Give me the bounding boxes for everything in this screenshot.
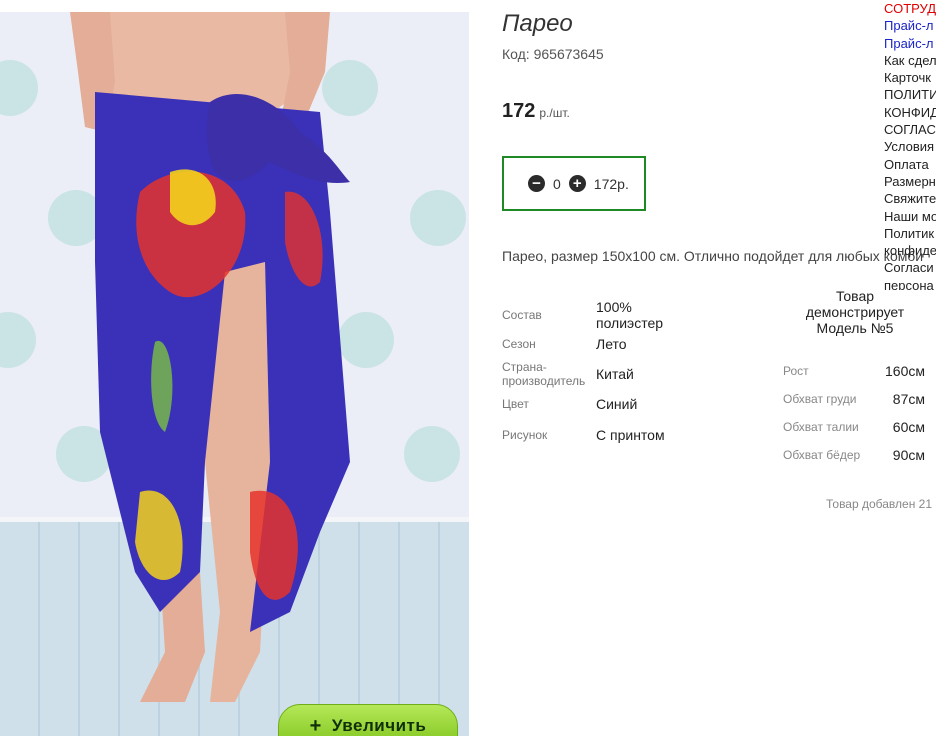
menu-link[interactable]: Карточк [884, 69, 936, 86]
zoom-button-label: Увеличить [331, 716, 427, 735]
model-param-row: Обхват талии 60см [783, 419, 925, 435]
menu-link[interactable]: Прайс-л [884, 17, 936, 34]
model-param-value: 60см [892, 419, 925, 435]
model-param-value: 160см [885, 363, 925, 379]
menu-link[interactable]: Прайс-л [884, 35, 936, 52]
spec-row: Сезон Лето [502, 333, 676, 355]
model-param-key: Обхват бёдер [783, 448, 861, 462]
price-unit: р./шт. [539, 106, 570, 120]
menu-link[interactable]: Наши мо [884, 208, 936, 225]
model-param-key: Обхват талии [783, 420, 859, 434]
zoom-button[interactable]: + Увеличить [278, 704, 458, 736]
spec-value: С принтом [596, 427, 665, 443]
model-param-row: Рост 160см [783, 363, 925, 379]
spec-row: Рисунок С принтом [502, 415, 676, 455]
minus-icon[interactable]: − [528, 175, 545, 192]
menu-link[interactable]: Как сдел [884, 52, 936, 69]
model-param-key: Рост [783, 364, 809, 378]
plus-circle-icon[interactable]: + [568, 175, 586, 192]
model-param-row: Обхват груди 87см [783, 391, 925, 407]
product-description: Парео, размер 150x100 см. Отлично подойд… [502, 248, 924, 264]
plus-icon: + [309, 715, 322, 736]
menu-link[interactable]: Политик [884, 225, 936, 242]
model-param-value: 87см [892, 391, 925, 407]
spec-row: Цвет Синий [502, 393, 676, 415]
product-price: 172 р./шт. [502, 100, 570, 123]
spec-value: 100% полиэстер [596, 299, 664, 331]
menu-link[interactable]: Согласи [884, 259, 936, 276]
spec-value: Лето [596, 336, 627, 352]
model-figure [70, 12, 350, 702]
menu-link[interactable]: КОНФИД [884, 104, 936, 121]
menu-link[interactable]: СОГЛАС [884, 121, 936, 138]
spec-key: Сезон [502, 337, 536, 351]
spec-key: Состав [502, 308, 542, 322]
spec-value: Китай [596, 366, 634, 382]
spec-row: Состав 100% полиэстер [502, 297, 676, 333]
quantity-value: 0 [553, 175, 561, 192]
spec-value: Синий [596, 396, 638, 412]
model-param-value: 90см [892, 447, 925, 463]
spec-key: Цвет [502, 397, 529, 411]
added-date: Товар добавлен 21 [826, 497, 933, 511]
spec-key: Рисунок [502, 428, 548, 442]
product-image[interactable]: + Увеличить [0, 12, 469, 736]
menu-link[interactable]: Условия [884, 138, 936, 155]
model-heading: Товар демонстрирует Модель №5 [805, 288, 905, 336]
menu-link[interactable]: СОТРУД [884, 0, 936, 17]
menu-link[interactable]: Оплата [884, 156, 936, 173]
product-title: Парео [502, 10, 573, 37]
model-param-row: Обхват бёдер 90см [783, 447, 925, 463]
menu-link[interactable]: Размерн [884, 173, 936, 190]
quantity-stepper: − 0 + 172р. [502, 156, 646, 211]
specs-table: Состав 100% полиэстер Сезон Лето Страна-… [502, 297, 676, 455]
menu-link[interactable]: персона [884, 277, 936, 290]
spec-row: Страна-производитель Китай [502, 355, 676, 393]
menu-link[interactable]: Свяжите [884, 190, 936, 207]
cart-total: 172р. [593, 175, 629, 192]
menu-link[interactable]: конфиде [884, 242, 936, 259]
product-code: Код: 965673645 [502, 46, 604, 62]
model-param-key: Обхват груди [783, 392, 857, 406]
spec-key: Страна-производитель [502, 360, 586, 388]
side-menu: СОТРУД Прайс-л Прайс-л Как сдел Карточк … [884, 0, 936, 290]
menu-link[interactable]: ПОЛИТИ [884, 86, 936, 103]
price-value: 172 [502, 100, 536, 122]
